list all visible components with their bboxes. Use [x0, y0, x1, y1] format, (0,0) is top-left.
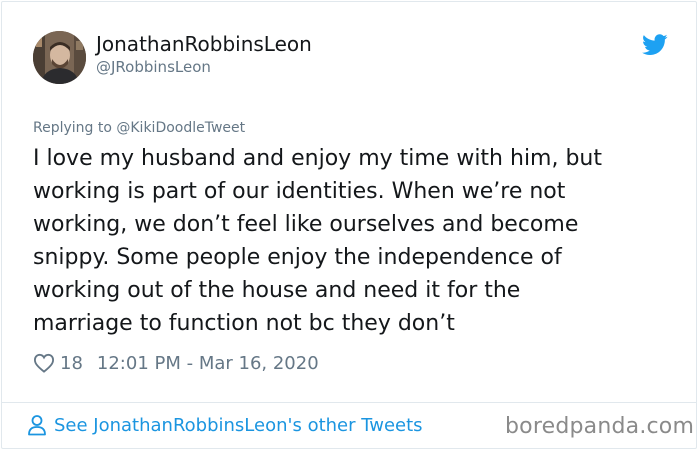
see-other-tweets-label[interactable]: See JonathanRobbinsLeon's other Tweets	[54, 415, 423, 436]
see-other-tweets-link[interactable]: See JonathanRobbinsLeon's other Tweets	[27, 414, 423, 436]
replying-to[interactable]: Replying to @KikiDoodleTweet	[33, 120, 245, 136]
tweet-text: I love my husband and enjoy my time with…	[33, 142, 673, 340]
person-icon	[28, 415, 46, 436]
tweet-line: I love my husband and enjoy my time with…	[33, 146, 603, 171]
tweet-line: working out of the house and need it for…	[33, 278, 521, 303]
author-display-name[interactable]: JonathanRobbinsLeon	[96, 32, 312, 56]
tweet-line: working is part of our identities. When …	[33, 179, 566, 204]
boredpanda-watermark: boredpanda.com	[505, 414, 695, 439]
tweet-line: working, we don’t feel like ourselves an…	[33, 212, 579, 237]
twitter-bird-icon[interactable]	[642, 34, 668, 56]
avatar[interactable]	[33, 31, 86, 84]
avatar-photo	[33, 31, 86, 84]
tweet-line: marriage to function not bc they don’t	[33, 311, 455, 336]
divider	[2, 402, 696, 403]
heart-icon[interactable]	[33, 353, 55, 373]
author-handle[interactable]: @JRobbinsLeon	[96, 58, 211, 76]
tweet-meta: 18 12:01 PM - Mar 16, 2020	[33, 351, 319, 375]
tweet-line: snippy. Some people enjoy the independen…	[33, 245, 562, 270]
like-count[interactable]: 18	[60, 353, 83, 374]
tweet-timestamp[interactable]: 12:01 PM - Mar 16, 2020	[97, 353, 319, 374]
